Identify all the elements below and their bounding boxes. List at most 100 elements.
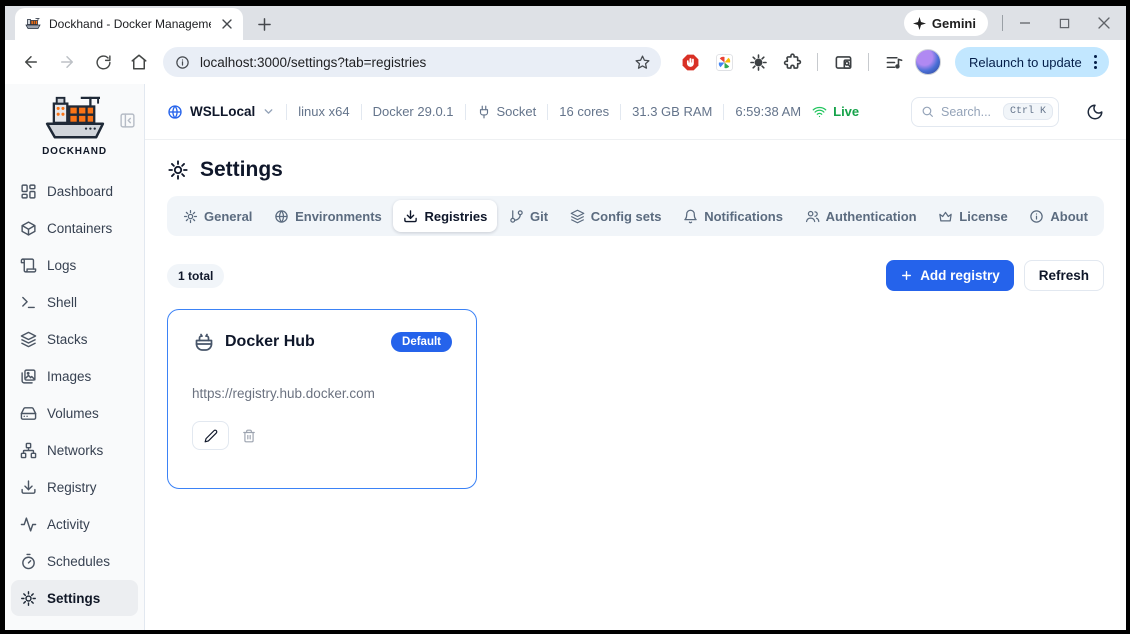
crown-icon — [938, 209, 953, 224]
window-minimize-button[interactable] — [1019, 17, 1031, 29]
photos-extension-icon[interactable] — [709, 47, 739, 77]
window-maximize-button[interactable] — [1059, 18, 1070, 29]
environment-selector[interactable]: WSLLocal — [167, 104, 275, 120]
tab-general[interactable]: General — [173, 200, 262, 232]
sidebar: DOCKHAND Dashboard Containers Logs — [5, 84, 145, 630]
sidebar-item-label: Settings — [47, 591, 100, 606]
divider — [361, 104, 362, 120]
sidebar-item-containers[interactable]: Containers — [11, 210, 138, 246]
registry-url: https://registry.hub.docker.com — [192, 386, 452, 401]
reading-list-icon[interactable] — [879, 47, 909, 77]
new-tab-button[interactable] — [251, 11, 277, 37]
registry-card: Docker Hub Default https://registry.hub.… — [167, 309, 477, 489]
address-bar[interactable]: localhost:3000/settings?tab=registries — [163, 47, 661, 77]
forward-button[interactable] — [51, 46, 83, 78]
add-registry-button[interactable]: Add registry — [886, 260, 1014, 291]
tab-license[interactable]: License — [928, 200, 1017, 232]
tab-search-icon[interactable] — [828, 47, 858, 77]
tab-authentication[interactable]: Authentication — [795, 200, 927, 232]
pencil-icon — [204, 429, 218, 443]
extensions-puzzle-icon[interactable] — [777, 47, 807, 77]
chevron-down-icon — [262, 105, 275, 118]
page-title: Settings — [167, 158, 1104, 182]
tab-about[interactable]: About — [1019, 200, 1098, 232]
app-root: DOCKHAND Dashboard Containers Logs — [5, 84, 1126, 630]
delete-registry-button[interactable] — [242, 429, 256, 443]
divider — [465, 104, 466, 120]
window-close-button[interactable] — [1098, 17, 1110, 29]
container-box-icon — [20, 220, 37, 237]
docker-whale-icon — [192, 330, 216, 354]
sidebar-collapse-button[interactable] — [117, 110, 137, 130]
bell-icon — [683, 209, 698, 224]
relaunch-to-update-button[interactable]: Relaunch to update — [955, 47, 1109, 77]
network-icon — [20, 442, 37, 459]
browser-tab[interactable]: Dockhand - Docker Manageme — [15, 8, 243, 40]
sidebar-item-activity[interactable]: Activity — [11, 506, 138, 542]
sidebar-item-networks[interactable]: Networks — [11, 432, 138, 468]
sidebar-item-images[interactable]: Images — [11, 358, 138, 394]
adblock-extension-icon[interactable] — [675, 47, 705, 77]
dark-mode-toggle[interactable] — [1086, 103, 1104, 121]
tab-notifications[interactable]: Notifications — [673, 200, 793, 232]
search-icon — [921, 105, 934, 118]
sidebar-item-label: Schedules — [47, 554, 110, 569]
gemini-button[interactable]: Gemini — [904, 10, 988, 36]
search-placeholder: Search... — [941, 105, 996, 119]
divider — [286, 104, 287, 120]
sidebar-item-dashboard[interactable]: Dashboard — [11, 173, 138, 209]
sidebar-item-stacks[interactable]: Stacks — [11, 321, 138, 357]
sidebar-item-shell[interactable]: Shell — [11, 284, 138, 320]
layers-icon — [20, 331, 37, 348]
sidebar-item-settings[interactable]: Settings — [11, 580, 138, 616]
gear-icon — [183, 209, 198, 224]
browser-menu-icon[interactable] — [1090, 51, 1101, 73]
browser-tab-title: Dockhand - Docker Manageme — [49, 17, 211, 31]
brand-name: DOCKHAND — [42, 146, 107, 157]
dashboard-icon — [20, 183, 37, 200]
sidebar-item-label: Containers — [47, 221, 112, 236]
tab-git[interactable]: Git — [499, 200, 558, 232]
settings-extension-icon[interactable] — [743, 47, 773, 77]
tab-config-sets[interactable]: Config sets — [560, 200, 672, 232]
sidebar-item-volumes[interactable]: Volumes — [11, 395, 138, 431]
settings-gear-icon — [20, 590, 37, 607]
sidebar-item-label: Registry — [47, 480, 97, 495]
clock-stat: 6:59:38 AM — [735, 104, 801, 119]
sidebar-item-label: Dashboard — [47, 184, 113, 199]
activity-pulse-icon — [20, 516, 37, 533]
search-input[interactable]: Search... Ctrl K — [911, 97, 1059, 127]
moon-icon — [1086, 103, 1104, 121]
hard-drive-icon — [20, 405, 37, 422]
gemini-sparkle-icon — [913, 17, 926, 30]
reload-button[interactable] — [87, 46, 119, 78]
sidebar-item-logs[interactable]: Logs — [11, 247, 138, 283]
sidebar-item-label: Activity — [47, 517, 90, 532]
environment-name: WSLLocal — [190, 104, 255, 119]
images-icon — [20, 368, 37, 385]
sidebar-item-registry[interactable]: Registry — [11, 469, 138, 505]
back-button[interactable] — [15, 46, 47, 78]
registry-name: Docker Hub — [225, 333, 315, 351]
git-branch-icon — [509, 209, 524, 224]
dockhand-ship-logo — [41, 94, 109, 144]
tab-close-icon[interactable] — [219, 16, 235, 32]
home-button[interactable] — [123, 46, 155, 78]
ram-stat: 31.3 GB RAM — [632, 104, 712, 119]
bookmark-star-icon[interactable] — [634, 54, 651, 71]
settings-page: Settings General Environments Registries — [145, 140, 1126, 630]
divider — [1002, 15, 1003, 31]
edit-registry-button[interactable] — [192, 421, 229, 450]
sidebar-item-label: Stacks — [47, 332, 88, 347]
sidebar-item-label: Networks — [47, 443, 103, 458]
refresh-button[interactable]: Refresh — [1024, 260, 1104, 291]
trash-icon — [242, 429, 256, 443]
tab-registries[interactable]: Registries — [393, 200, 497, 232]
site-info-icon[interactable] — [175, 55, 190, 70]
download-tray-icon — [403, 209, 418, 224]
tab-environments[interactable]: Environments — [264, 200, 392, 232]
plus-icon — [900, 269, 913, 282]
sidebar-item-schedules[interactable]: Schedules — [11, 543, 138, 579]
info-icon — [1029, 209, 1044, 224]
profile-avatar[interactable] — [913, 47, 943, 77]
